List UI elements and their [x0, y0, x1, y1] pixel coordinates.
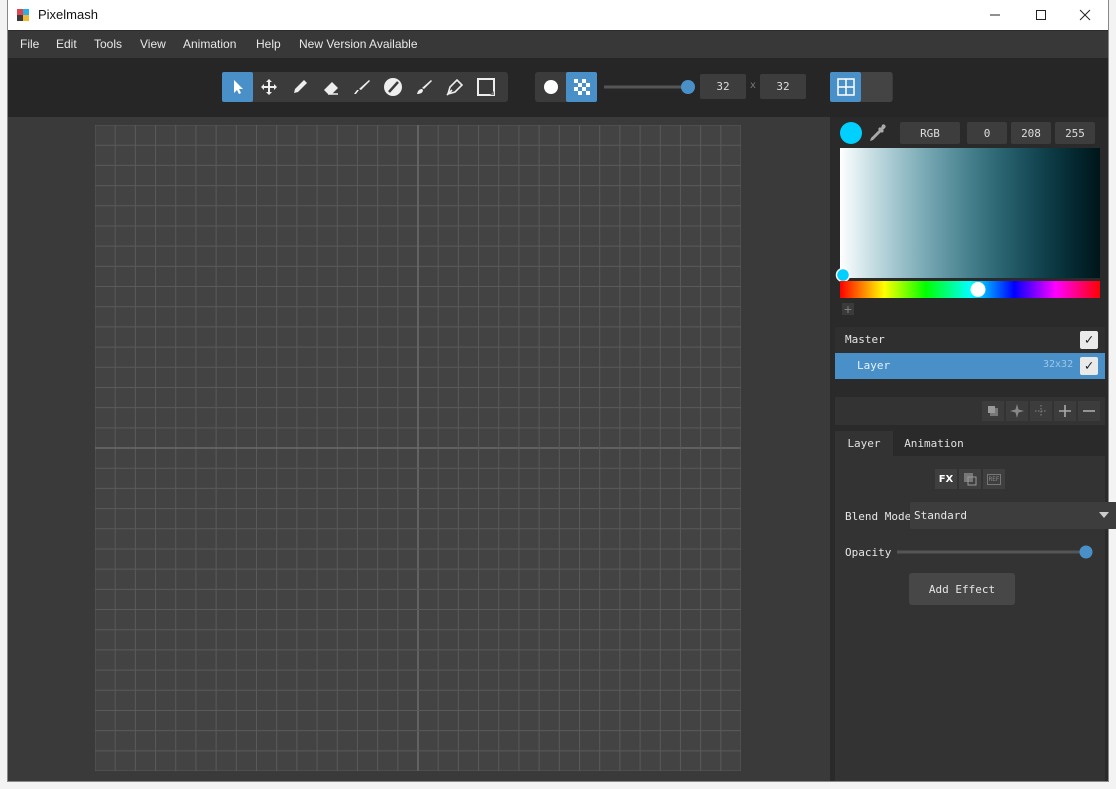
menu-file[interactable]: File	[20, 37, 39, 51]
window-title: Pixelmash	[38, 7, 98, 22]
square-icon	[476, 78, 495, 96]
remove-layer-button[interactable]	[1078, 401, 1100, 421]
paintbrush-icon	[416, 80, 432, 94]
close-icon	[1079, 9, 1091, 21]
menu-animation[interactable]: Animation	[183, 37, 236, 51]
desktop-background-right	[1108, 0, 1116, 789]
desktop-background-bottom	[0, 781, 1116, 789]
red-value-field[interactable]: 0	[967, 122, 1007, 144]
minimize-button[interactable]	[972, 0, 1018, 30]
sparkle-layer-button[interactable]	[1006, 401, 1028, 421]
saturation-value-picker[interactable]	[840, 148, 1100, 278]
pencil-icon	[293, 80, 307, 93]
blend-mode-dropdown[interactable]: Standard	[910, 502, 1116, 529]
eyedropper-icon[interactable]	[868, 123, 888, 143]
duplicate-layer-button[interactable]	[982, 401, 1004, 421]
pixel-canvas[interactable]	[95, 125, 741, 771]
close-button[interactable]	[1062, 0, 1108, 30]
move-arrows-icon	[260, 79, 277, 95]
brush-size-slider[interactable]	[602, 79, 698, 95]
duplicate-icon	[988, 406, 998, 416]
rectangle-tool[interactable]	[470, 72, 501, 102]
canvas-width-field[interactable]: 32	[700, 74, 746, 99]
size-separator: x	[750, 80, 756, 91]
no-paint-tool[interactable]	[377, 72, 408, 102]
select-tool[interactable]	[222, 72, 253, 102]
paint-brush-tool[interactable]	[408, 72, 439, 102]
title-bar: Pixelmash	[8, 0, 1108, 30]
pen-tool[interactable]	[439, 72, 470, 102]
brush-size-knob[interactable]	[681, 80, 695, 94]
blend-mode-label: Blend Mode	[845, 510, 912, 523]
single-view-button[interactable]	[861, 72, 892, 102]
fx-label: FX	[938, 473, 954, 485]
brush-icon	[353, 80, 370, 94]
menu-new-version[interactable]: New Version Available	[299, 37, 418, 51]
brush-tool[interactable]	[346, 72, 377, 102]
blue-value-field[interactable]: 255	[1055, 122, 1095, 144]
hue-slider-knob[interactable]	[969, 281, 987, 298]
blend-mode-value: Standard	[914, 509, 967, 522]
move-layer-button[interactable]	[1030, 401, 1052, 421]
layer-size: 32x32	[1043, 359, 1074, 370]
pixelmash-logo-icon	[17, 9, 29, 21]
menu-edit[interactable]: Edit	[56, 37, 77, 51]
minimize-icon	[990, 14, 1000, 16]
chevron-down-icon	[1099, 512, 1109, 518]
checker-icon	[573, 79, 590, 95]
add-effect-button[interactable]: Add Effect	[909, 573, 1015, 605]
eraser-icon	[323, 82, 338, 95]
opacity-slider[interactable]	[895, 544, 1095, 560]
current-color-swatch[interactable]	[840, 122, 862, 144]
view-mode-group	[830, 72, 893, 102]
green-value-field[interactable]: 208	[1011, 122, 1051, 144]
pen-icon	[445, 78, 463, 96]
grid-view-button[interactable]	[830, 72, 861, 102]
round-brush-button[interactable]	[535, 72, 566, 102]
dither-brush-button[interactable]	[566, 72, 597, 102]
opacity-knob[interactable]	[1079, 545, 1093, 559]
menu-tools[interactable]: Tools	[94, 37, 122, 51]
master-layer-row[interactable]: Master ✓	[835, 327, 1105, 353]
master-visibility-checkbox[interactable]: ✓	[1080, 331, 1098, 349]
slash-circle-icon	[383, 78, 402, 96]
pointer-icon	[233, 80, 243, 94]
tab-layer[interactable]: Layer	[835, 431, 893, 456]
opacity-label: Opacity	[845, 546, 892, 559]
minus-icon	[1083, 410, 1095, 412]
menu-help[interactable]: Help	[256, 37, 281, 51]
mask-button[interactable]	[959, 469, 981, 489]
fx-button[interactable]: FX	[935, 469, 957, 489]
mask-icon	[964, 473, 977, 486]
add-swatch-button[interactable]: +	[842, 303, 854, 316]
layer-actions	[982, 401, 1100, 421]
master-label: Master	[845, 333, 885, 346]
move-tool[interactable]	[253, 72, 284, 102]
dotted-cross-icon	[1035, 405, 1047, 417]
plus-icon	[1059, 405, 1071, 417]
grid-icon	[836, 78, 855, 96]
menu-bar: File Edit Tools View Animation Help New …	[8, 31, 1108, 58]
sparkle-icon	[1010, 404, 1024, 418]
add-layer-button[interactable]	[1054, 401, 1076, 421]
layer-visibility-checkbox[interactable]: ✓	[1080, 357, 1098, 375]
eraser-tool[interactable]	[315, 72, 346, 102]
layer-name: Layer	[857, 359, 891, 372]
desktop-background-left	[0, 0, 8, 789]
layer-row[interactable]: Layer 32x32 ✓	[835, 353, 1105, 379]
circle-icon	[543, 80, 558, 94]
color-mode-button[interactable]: RGB	[900, 122, 960, 144]
tab-animation[interactable]: Animation	[897, 431, 971, 456]
ref-label: REF	[986, 473, 1002, 485]
tool-group	[222, 72, 508, 102]
ref-button[interactable]: REF	[983, 469, 1005, 489]
canvas-height-field[interactable]: 32	[760, 74, 806, 99]
pencil-tool[interactable]	[284, 72, 315, 102]
menu-view[interactable]: View	[140, 37, 166, 51]
brush-shape-group	[535, 72, 597, 102]
maximize-button[interactable]	[1018, 0, 1064, 30]
maximize-icon	[1036, 10, 1046, 20]
